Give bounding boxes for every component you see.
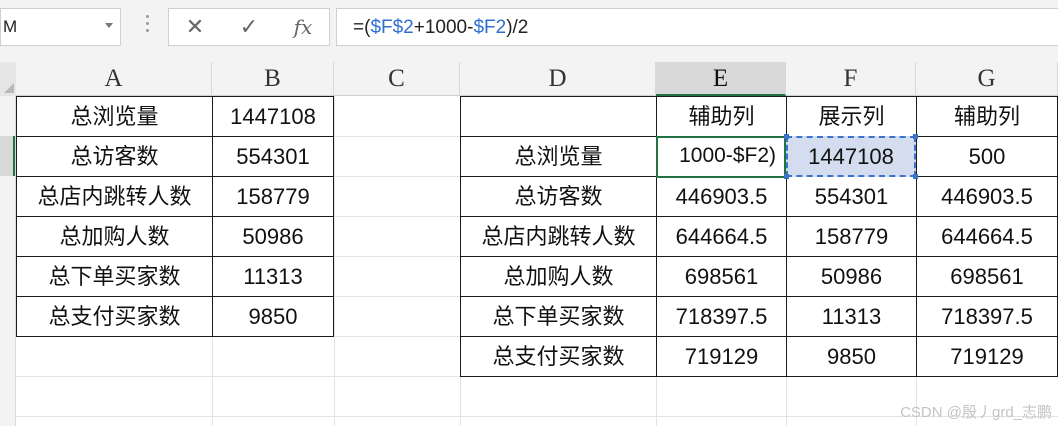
- enter-icon[interactable]: ✓: [223, 9, 275, 45]
- cell-d5[interactable]: 总加购人数: [461, 257, 657, 297]
- cell-f1[interactable]: 展示列: [787, 97, 917, 137]
- cell-e3[interactable]: 446903.5: [657, 177, 787, 217]
- cell-g2[interactable]: 500: [917, 137, 1058, 177]
- cell-b4[interactable]: 50986: [213, 217, 334, 257]
- formula-part: )/2: [506, 17, 529, 38]
- formula-text: =($F$2+1000-$F2)/2: [353, 17, 528, 39]
- spreadsheet-grid[interactable]: A B C D E F G 总浏览量 1447108 总访客数 554301 总…: [0, 62, 1058, 426]
- cell-g7[interactable]: 719129: [917, 337, 1058, 377]
- formula-buttons: ✕ ✓ fx: [168, 8, 330, 46]
- watermark: CSDN @殷丿grd_志鹏: [900, 404, 1052, 421]
- cell-g4[interactable]: 644664.5: [917, 217, 1058, 257]
- cell-a2[interactable]: 总访客数: [17, 137, 213, 177]
- select-all-corner[interactable]: [0, 62, 16, 96]
- cell-f5[interactable]: 50986: [787, 257, 917, 297]
- formula-bar: M ✕ ✓ fx =($F$2+1000-$F2)/2: [0, 0, 1058, 62]
- cell-e4[interactable]: 644664.5: [657, 217, 787, 257]
- cell-f4[interactable]: 158779: [787, 217, 917, 257]
- cancel-icon[interactable]: ✕: [169, 9, 221, 45]
- cell-d2[interactable]: 总浏览量: [461, 137, 657, 177]
- cell-g5[interactable]: 698561: [917, 257, 1058, 297]
- cell-d6[interactable]: 总下单买家数: [461, 297, 657, 337]
- formula-input[interactable]: =($F$2+1000-$F2)/2: [336, 8, 1058, 46]
- cell-d4[interactable]: 总店内跳转人数: [461, 217, 657, 257]
- cell-f7[interactable]: 9850: [787, 337, 917, 377]
- name-box[interactable]: M: [0, 8, 121, 46]
- cell-e7[interactable]: 719129: [657, 337, 787, 377]
- column-header-e[interactable]: E: [656, 62, 786, 96]
- cell-e6[interactable]: 718397.5: [657, 297, 787, 337]
- column-header-d[interactable]: D: [460, 62, 656, 96]
- column-header-c[interactable]: C: [334, 62, 460, 96]
- formula-reference: $F2: [473, 17, 507, 38]
- resize-handle[interactable]: [784, 134, 789, 139]
- cell-a4[interactable]: 总加购人数: [17, 217, 213, 257]
- cell-f3[interactable]: 554301: [787, 177, 917, 217]
- cell-d3[interactable]: 总访客数: [461, 177, 657, 217]
- resize-handle[interactable]: [913, 134, 918, 139]
- cell-g1[interactable]: 辅助列: [917, 97, 1058, 137]
- formula-part: +1000-: [413, 17, 474, 38]
- row-headers[interactable]: [0, 96, 16, 426]
- cell-b6[interactable]: 9850: [213, 297, 334, 337]
- chevron-down-icon[interactable]: [105, 23, 113, 28]
- resize-handle[interactable]: [913, 174, 918, 179]
- column-header-a[interactable]: A: [16, 62, 212, 96]
- drag-handle-icon[interactable]: [146, 15, 150, 39]
- cell-a3[interactable]: 总店内跳转人数: [17, 177, 213, 217]
- formula-part: =(: [353, 17, 371, 38]
- cell-g3[interactable]: 446903.5: [917, 177, 1058, 217]
- cell-b2[interactable]: 554301: [213, 137, 334, 177]
- cell-f6[interactable]: 11313: [787, 297, 917, 337]
- name-box-value: M: [3, 17, 18, 36]
- cell-g6[interactable]: 718397.5: [917, 297, 1058, 337]
- cell-d7[interactable]: 总支付买家数: [461, 337, 657, 377]
- cell-a6[interactable]: 总支付买家数: [17, 297, 213, 337]
- cell-e1[interactable]: 辅助列: [657, 97, 787, 137]
- formula-reference: $F$2: [370, 17, 414, 38]
- cell-e5[interactable]: 698561: [657, 257, 787, 297]
- active-cell-editor[interactable]: 1000-$F2): [656, 136, 786, 178]
- insert-function-icon[interactable]: fx: [277, 9, 329, 45]
- cell-d1[interactable]: [461, 97, 657, 137]
- column-header-g[interactable]: G: [916, 62, 1058, 96]
- left-table: 总浏览量 1447108 总访客数 554301 总店内跳转人数 158779 …: [16, 96, 334, 337]
- column-header-b[interactable]: B: [212, 62, 334, 96]
- cell-a5[interactable]: 总下单买家数: [17, 257, 213, 297]
- cell-b1[interactable]: 1447108: [213, 97, 334, 137]
- column-header-f[interactable]: F: [786, 62, 916, 96]
- referenced-cell[interactable]: 1447108: [786, 136, 916, 177]
- cell-b5[interactable]: 11313: [213, 257, 334, 297]
- resize-handle[interactable]: [784, 174, 789, 179]
- cell-a1[interactable]: 总浏览量: [17, 97, 213, 137]
- cell-b3[interactable]: 158779: [213, 177, 334, 217]
